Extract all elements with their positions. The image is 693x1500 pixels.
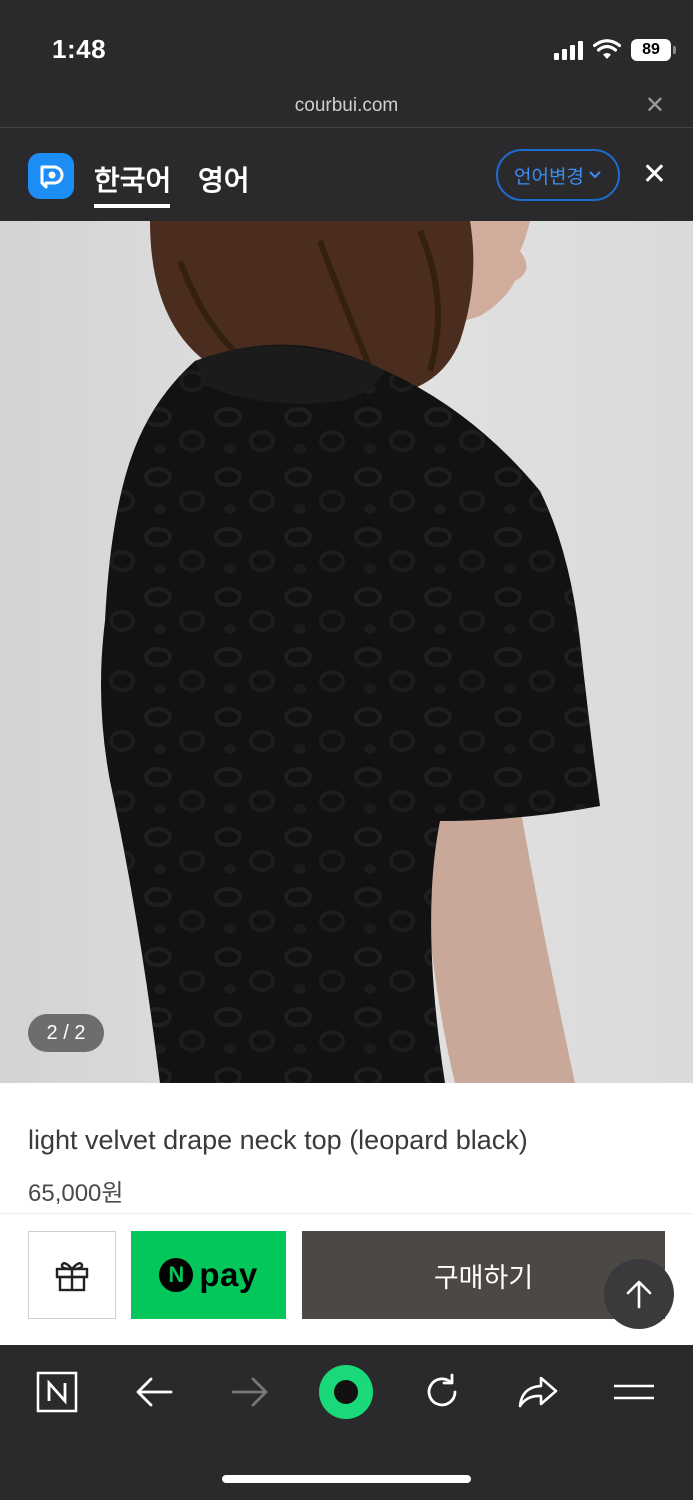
status-bar: 1:48 89 [0,0,693,88]
back-icon [136,1377,173,1407]
npay-label: pay [199,1256,258,1293]
close-icon[interactable]: ✕ [645,93,665,119]
change-language-button[interactable]: 언어변경 [496,149,620,201]
share-icon [518,1376,558,1408]
forward-icon [231,1377,268,1407]
battery-icon: 89 [631,39,676,61]
home-indicator [222,1475,471,1483]
close-icon[interactable]: ✕ [642,160,667,190]
green-dot-button[interactable] [316,1363,376,1421]
product-title: light velvet drape neck top (leopard bla… [28,1125,528,1155]
forward-button[interactable] [220,1369,280,1415]
change-language-label: 언어변경 [514,166,584,188]
product-price: 65,000원 [28,1180,124,1207]
url-bar[interactable]: courbui.com ✕ [0,88,693,128]
scroll-top-button[interactable] [604,1259,674,1329]
arrow-up-icon [626,1280,652,1309]
papago-logo-icon[interactable] [28,153,74,199]
menu-button[interactable] [604,1369,664,1415]
gift-icon [55,1262,89,1292]
refresh-button[interactable] [412,1369,472,1415]
back-button[interactable] [124,1369,184,1415]
product-photo-model [0,221,693,1083]
signal-icon [554,40,583,60]
naver-n-button[interactable] [27,1369,87,1415]
status-time: 1:48 [52,34,107,64]
url-text[interactable]: courbui.com [0,95,693,117]
active-tab-underline [94,204,170,208]
green-dot-icon [319,1365,373,1419]
browser-toolbar [0,1345,693,1500]
buy-bar: N pay 구매하기 [0,1213,693,1345]
menu-icon [614,1384,654,1400]
npay-button[interactable]: N pay [131,1231,286,1319]
wifi-icon [593,39,621,59]
product-info: light velvet drape neck top (leopard bla… [0,1083,693,1213]
refresh-icon [427,1373,457,1407]
product-image[interactable]: 2 / 2 [0,221,693,1083]
translate-bar: 한국어 영어 언어변경 ✕ [0,129,693,221]
naver-n-icon [36,1371,78,1413]
tab-korean[interactable]: 한국어 [94,159,171,199]
tab-english[interactable]: 영어 [198,159,250,199]
share-button[interactable] [508,1369,568,1415]
npay-n-icon: N [159,1258,194,1292]
chevron-down-icon [589,171,601,179]
status-icons: 89 [554,38,676,62]
gift-button[interactable] [28,1231,116,1319]
page-indicator: 2 / 2 [28,1014,104,1052]
